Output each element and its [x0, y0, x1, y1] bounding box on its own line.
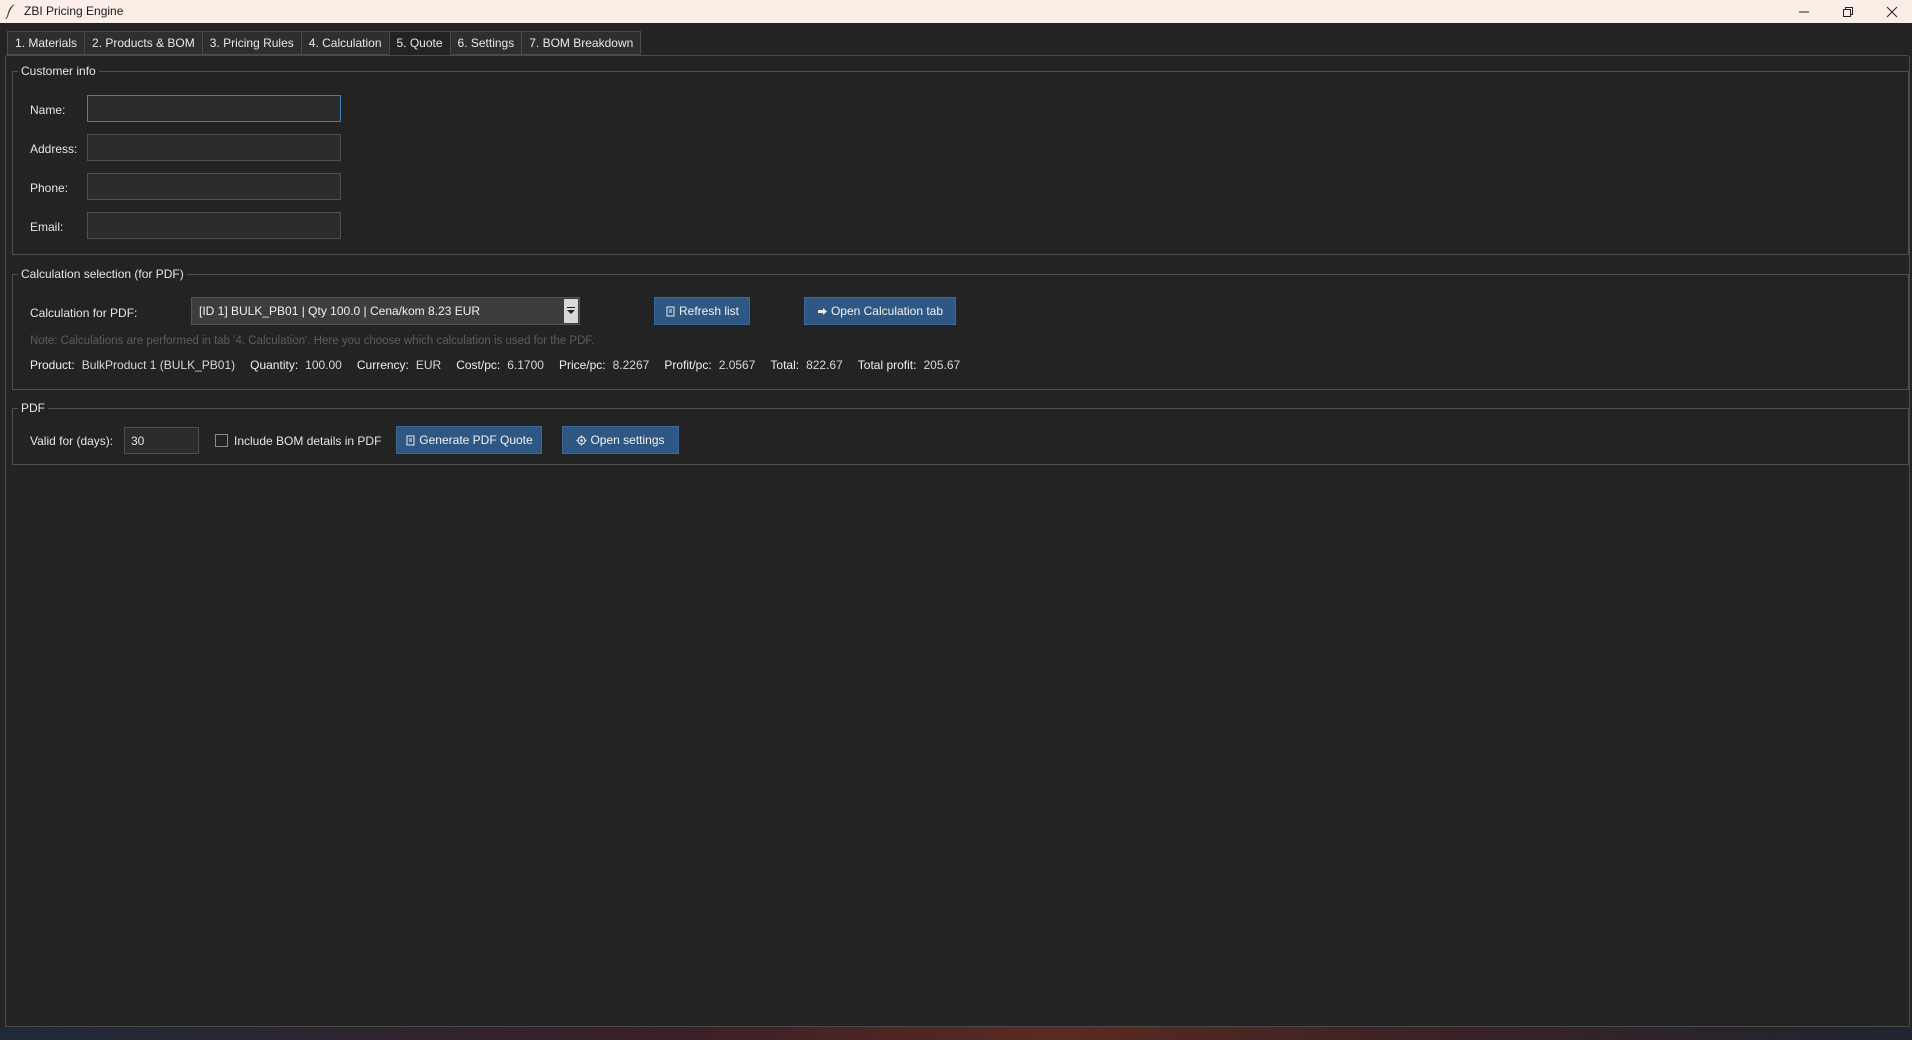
combo-arrow-button[interactable]	[564, 299, 578, 323]
generate-pdf-quote-button[interactable]: Generate PDF Quote	[396, 426, 542, 454]
tab-materials[interactable]: 1. Materials	[7, 31, 85, 55]
calculation-selection-title: Calculation selection (for PDF)	[18, 267, 187, 281]
valid-days-input[interactable]	[124, 427, 199, 454]
taskbar-strip	[0, 1027, 1912, 1040]
restore-button[interactable]	[1826, 0, 1870, 23]
customer-info-group: Customer info Name: Address: Phone: Emai…	[12, 64, 1909, 255]
valid-days-label: Valid for (days):	[30, 434, 114, 448]
phone-input[interactable]	[87, 173, 341, 200]
tab-settings[interactable]: 6. Settings	[449, 31, 522, 55]
window-title: ZBI Pricing Engine	[24, 4, 124, 18]
total-info: Total: 822.67	[770, 358, 843, 372]
document-icon	[406, 435, 415, 445]
pdf-group-title: PDF	[18, 401, 48, 415]
arrow-right-icon	[817, 307, 827, 315]
cost-per-pc-info: Cost/pc: 6.1700	[456, 358, 544, 372]
calculation-selection-group: Calculation selection (for PDF) Calculat…	[12, 267, 1909, 390]
minimize-button[interactable]	[1782, 0, 1826, 23]
email-input[interactable]	[87, 212, 341, 239]
chevron-down-icon	[567, 307, 575, 314]
phone-label: Phone:	[30, 181, 69, 195]
open-settings-button[interactable]: Open settings	[562, 426, 679, 454]
calculation-select[interactable]: [ID 1] BULK_PB01 | Qty 100.0 | Cena/kom …	[191, 297, 580, 325]
minimize-icon	[1799, 11, 1809, 12]
close-button[interactable]	[1870, 0, 1912, 23]
address-label: Address:	[30, 142, 78, 156]
include-bom-label: Include BOM details in PDF	[234, 434, 382, 448]
open-calculation-tab-label: Open Calculation tab	[830, 304, 944, 318]
calculation-for-pdf-label: Calculation for PDF:	[30, 306, 138, 320]
calculation-note: Note: Calculations are performed in tab …	[30, 335, 595, 347]
title-bar: ZBI Pricing Engine	[0, 0, 1912, 23]
document-icon	[666, 306, 675, 316]
email-label: Email:	[30, 220, 64, 234]
tab-quote[interactable]: 5. Quote	[388, 31, 450, 55]
tab-bar: 1. Materials 2. Products & BOM 3. Pricing …	[0, 23, 1912, 56]
profit-per-pc-info: Profit/pc: 2.0567	[664, 358, 756, 372]
restore-icon	[1843, 6, 1853, 17]
refresh-list-button[interactable]: Refresh list	[654, 297, 750, 325]
feather-icon	[5, 4, 15, 19]
tab-list: 1. Materials 2. Products & BOM 3. Pricing …	[7, 31, 642, 55]
tab-pricing-rules[interactable]: 3. Pricing Rules	[201, 31, 301, 55]
calculation-summary: Product: BulkProduct 1 (BULK_PB01) Quanti…	[30, 358, 975, 372]
name-input[interactable]	[87, 95, 341, 122]
include-bom-checkbox[interactable]	[215, 434, 228, 447]
gear-icon	[576, 435, 587, 445]
pdf-group: PDF Valid for (days): Include BOM detail…	[12, 401, 1909, 465]
currency-info: Currency: EUR	[356, 358, 442, 372]
tab-products-bom[interactable]: 2. Products & BOM	[84, 31, 202, 55]
refresh-list-label: Refresh list	[678, 304, 740, 318]
calculation-select-value: [ID 1] BULK_PB01 | Qty 100.0 | Cena/kom …	[199, 304, 481, 318]
address-input[interactable]	[87, 134, 341, 161]
product-info: Product: BulkProduct 1 (BULK_PB01)	[30, 358, 236, 372]
price-per-pc-info: Price/pc: 8.2267	[558, 358, 650, 372]
tab-bom-breakdown[interactable]: 7. BOM Breakdown	[521, 31, 642, 55]
total-profit-info: Total profit: 205.67	[857, 358, 961, 372]
open-calculation-tab-button[interactable]: Open Calculation tab	[804, 297, 956, 325]
tab-calculation[interactable]: 4. Calculation	[300, 31, 389, 55]
open-settings-label: Open settings	[590, 433, 665, 447]
quantity-info: Quantity: 100.00	[250, 358, 342, 372]
close-icon	[1886, 6, 1898, 17]
generate-pdf-quote-label: Generate PDF Quote	[419, 433, 533, 447]
name-label: Name:	[30, 103, 66, 117]
customer-info-title: Customer info	[18, 64, 99, 78]
